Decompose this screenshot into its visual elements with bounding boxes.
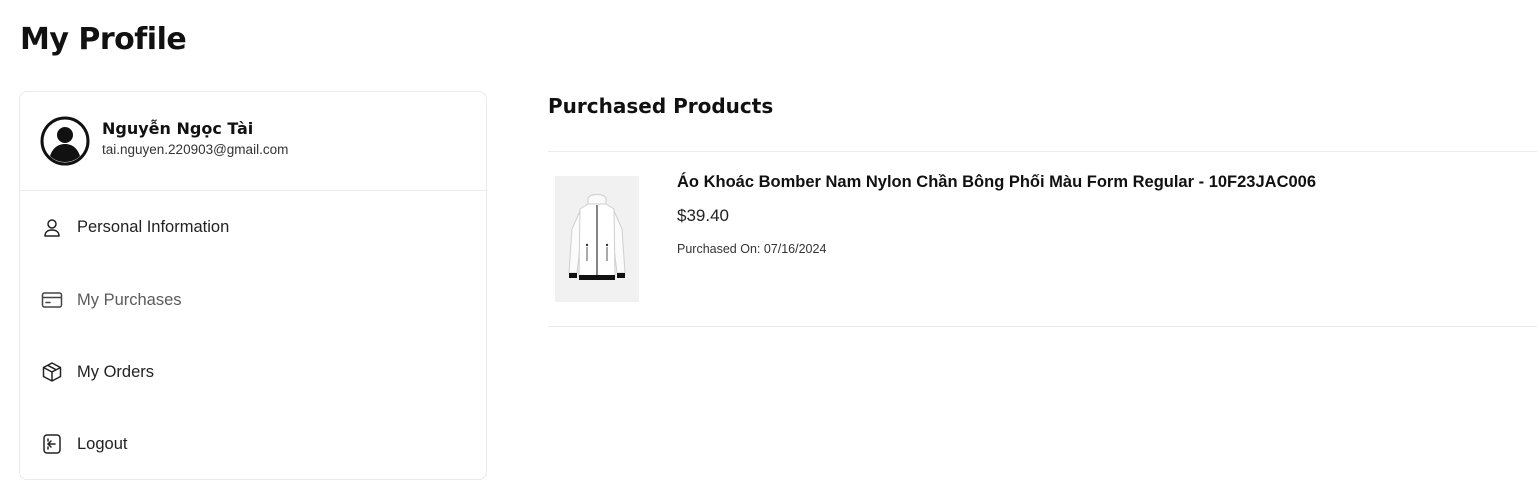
user-info: Nguyễn Ngọc Tài tai.nguyen.220903@gmail.… bbox=[102, 118, 288, 160]
package-icon bbox=[42, 362, 62, 382]
user-name: Nguyễn Ngọc Tài bbox=[102, 119, 254, 138]
sidebar-item-my-orders[interactable]: My Orders bbox=[20, 336, 486, 408]
divider bbox=[548, 326, 1537, 327]
sidebar-item-my-purchases[interactable]: My Purchases bbox=[20, 264, 486, 336]
profile-sidebar: Nguyễn Ngọc Tài tai.nguyen.220903@gmail.… bbox=[19, 91, 487, 480]
user-circle-icon bbox=[40, 116, 90, 166]
credit-card-icon bbox=[41, 292, 63, 308]
logout-icon bbox=[43, 434, 61, 454]
product-image[interactable] bbox=[555, 176, 639, 302]
purchase-date: Purchased On: 07/16/2024 bbox=[677, 242, 827, 256]
user-icon bbox=[44, 218, 60, 237]
purchased-products-title: Purchased Products bbox=[548, 94, 774, 118]
product-price: $39.40 bbox=[677, 206, 729, 225]
jacket-image bbox=[568, 194, 626, 280]
sidebar-item-logout[interactable]: Logout bbox=[20, 408, 486, 480]
product-name[interactable]: Áo Khoác Bomber Nam Nylon Chần Bông Phối… bbox=[677, 173, 1316, 192]
divider bbox=[548, 151, 1537, 152]
sidebar-item-label: My Orders bbox=[77, 362, 155, 381]
user-email: tai.nguyen.220903@gmail.com bbox=[102, 142, 289, 157]
user-card: Nguyễn Ngọc Tài tai.nguyen.220903@gmail.… bbox=[20, 92, 486, 191]
sidebar-item-personal-information[interactable]: Personal Information bbox=[20, 191, 486, 264]
sidebar-item-label: My Purchases bbox=[77, 290, 182, 309]
sidebar-item-label: Personal Information bbox=[77, 218, 230, 236]
sidebar-item-label: Logout bbox=[77, 434, 128, 453]
page-title: My Profile bbox=[20, 22, 187, 57]
